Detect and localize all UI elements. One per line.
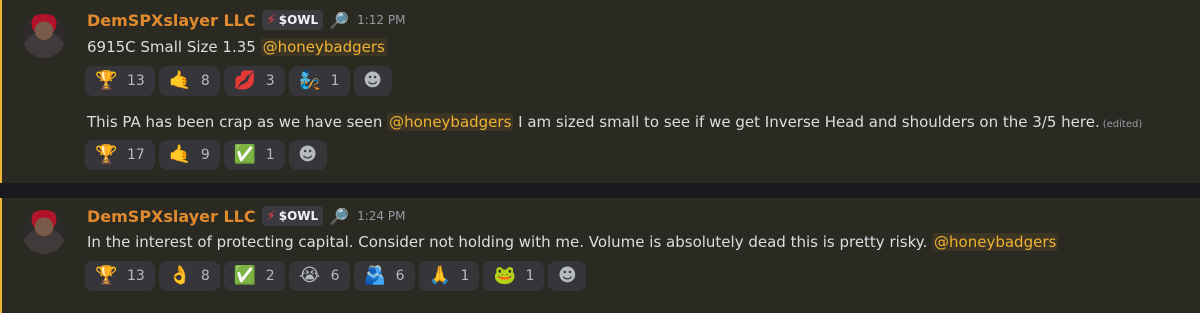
reaction-count: 13: [127, 268, 145, 284]
role-mention[interactable]: @honeybadgers: [932, 233, 1059, 251]
reaction-bar: 🏆 13 👌 8 ✅ 2 😭 6 🫂 6 🙏 1 🐸 1 ☻: [85, 261, 587, 291]
server-tag[interactable]: ⚡ $OWL: [261, 10, 324, 30]
reaction-bar: 🏆 13 🤙 8 💋 3 🧞 1 ☻: [85, 66, 392, 96]
reaction-count: 6: [395, 268, 405, 284]
reaction-check-mark[interactable]: ✅ 1: [223, 140, 285, 170]
reaction-count: 1: [525, 268, 535, 284]
reaction-trophy[interactable]: 🏆 17: [85, 140, 155, 170]
server-tag[interactable]: ⚡ $OWL: [261, 206, 324, 226]
folded-hands-icon: 🙏: [428, 265, 451, 286]
reaction-crying-face[interactable]: 😭 6: [288, 261, 350, 291]
reaction-count: 1: [265, 147, 275, 163]
username[interactable]: DemSPXslayer LLC: [87, 207, 256, 226]
reaction-ok-hand[interactable]: 👌 8: [158, 261, 220, 291]
reaction-count: 8: [200, 73, 210, 89]
hugging-people-icon: 🫂: [363, 265, 387, 286]
username[interactable]: DemSPXslayer LLC: [87, 11, 256, 30]
trophy-icon: 🏆: [95, 265, 118, 286]
message-group: DemSPXslayer LLC ⚡ $OWL 🔎 1:12 PM 6915C …: [0, 0, 1200, 183]
lightning-icon: ⚡: [266, 12, 276, 28]
add-reaction-button[interactable]: ☻: [353, 66, 392, 96]
reaction-hugging-people[interactable]: 🫂 6: [353, 261, 415, 291]
avatar[interactable]: [22, 14, 66, 58]
highlight-bar: [0, 198, 2, 313]
reaction-kiss-mark[interactable]: 💋 3: [223, 66, 285, 96]
reaction-call-me-hand[interactable]: 🤙 8: [158, 66, 220, 96]
text-segment: I am sized small to see if we get Invers…: [513, 113, 1100, 131]
reaction-count: 6: [330, 268, 340, 284]
reaction-bar: 🏆 17 🤙 9 ✅ 1 ☻: [85, 140, 327, 170]
text-segment: This PA has been crap as we have seen: [87, 113, 388, 131]
message-text: This PA has been crap as we have seen @h…: [87, 113, 1142, 131]
server-tag-label: $OWL: [278, 209, 319, 223]
kiss-mark-icon: 💋: [233, 70, 257, 91]
message-header: DemSPXslayer LLC ⚡ $OWL 🔎 1:12 PM: [87, 10, 405, 30]
add-reaction-icon: ☻: [557, 265, 577, 286]
role-mention[interactable]: @honeybadgers: [260, 38, 387, 56]
reaction-check-mark[interactable]: ✅ 2: [223, 261, 285, 291]
message-header: DemSPXslayer LLC ⚡ $OWL 🔎 1:24 PM: [87, 206, 405, 226]
avatar[interactable]: [22, 210, 66, 254]
reaction-count: 17: [127, 147, 145, 163]
role-mention[interactable]: @honeybadgers: [387, 113, 514, 131]
reaction-count: 1: [460, 268, 470, 284]
trophy-icon: 🏆: [95, 70, 118, 91]
message-group: DemSPXslayer LLC ⚡ $OWL 🔎 1:24 PM In the…: [0, 198, 1200, 313]
reaction-folded-hands[interactable]: 🙏 1: [418, 261, 480, 291]
call-me-hand-icon: 🤙: [168, 70, 192, 91]
reaction-pepe-frog[interactable]: 🐸 1: [483, 261, 545, 291]
reaction-count: 1: [330, 73, 340, 89]
check-mark-icon: ✅: [233, 144, 257, 165]
check-mark-icon: ✅: [233, 265, 257, 286]
reaction-custom-character[interactable]: 🧞 1: [288, 66, 350, 96]
ok-hand-icon: 👌: [168, 265, 192, 286]
add-reaction-button[interactable]: ☻: [288, 140, 327, 170]
reaction-count: 2: [265, 268, 275, 284]
edited-label: (edited): [1102, 119, 1143, 130]
trophy-icon: 🏆: [95, 144, 118, 165]
text-segment: In the interest of protecting capital. C…: [87, 233, 933, 251]
custom-character-icon: 🧞: [298, 70, 322, 91]
highlight-bar: [0, 0, 2, 183]
message-text: In the interest of protecting capital. C…: [87, 233, 1059, 251]
lightning-icon: ⚡: [266, 208, 276, 224]
reaction-count: 3: [265, 73, 275, 89]
reaction-trophy[interactable]: 🏆 13: [85, 66, 155, 96]
message-text: 6915C Small Size 1.35 @honeybadgers: [87, 38, 387, 56]
reaction-count: 9: [200, 147, 210, 163]
reaction-count: 8: [200, 268, 210, 284]
magnifier-icon[interactable]: 🔎: [329, 207, 349, 226]
server-tag-label: $OWL: [278, 13, 319, 27]
add-reaction-icon: ☻: [298, 144, 318, 165]
timestamp[interactable]: 1:24 PM: [357, 209, 405, 223]
reaction-call-me-hand[interactable]: 🤙 9: [158, 140, 220, 170]
magnifier-icon[interactable]: 🔎: [329, 11, 349, 30]
add-reaction-button[interactable]: ☻: [548, 261, 587, 291]
text-segment: 6915C Small Size 1.35: [87, 38, 261, 56]
reaction-count: 13: [127, 73, 145, 89]
reaction-trophy[interactable]: 🏆 13: [85, 261, 155, 291]
call-me-hand-icon: 🤙: [168, 144, 192, 165]
timestamp[interactable]: 1:12 PM: [357, 13, 405, 27]
crying-face-icon: 😭: [299, 265, 321, 286]
add-reaction-icon: ☻: [363, 70, 382, 91]
pepe-frog-icon: 🐸: [493, 265, 516, 286]
